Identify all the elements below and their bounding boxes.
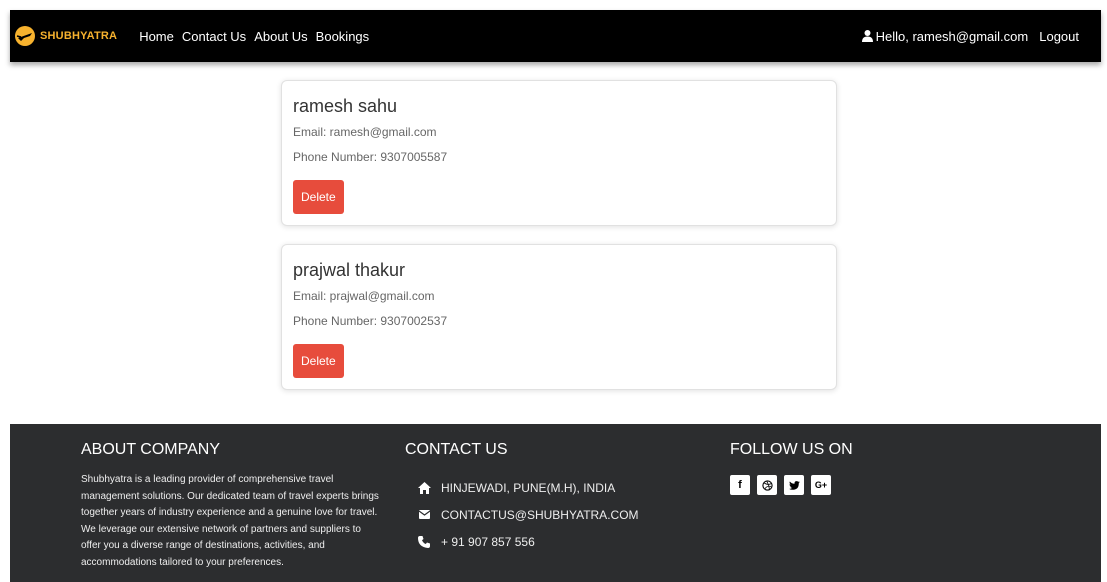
delete-button[interactable]: Delete (293, 344, 344, 378)
user-icon (861, 30, 873, 42)
dribbble-icon[interactable] (757, 475, 777, 495)
footer: ABOUT COMPANY Shubhyatra is a leading pr… (10, 424, 1101, 582)
delete-button[interactable]: Delete (293, 180, 344, 214)
nav-link-contact-us[interactable]: Contact Us (182, 29, 246, 44)
footer-follow-section: FOLLOW US ON f G+ (730, 440, 930, 495)
user-phone: Phone Number: 9307005587 (293, 150, 448, 164)
social-links: f G+ (730, 475, 930, 495)
email-text[interactable]: CONTACTUS@SHUBHYATRA.COM (441, 508, 639, 522)
phone-text: + 91 907 857 556 (441, 534, 535, 549)
contact-list: HINJEWADI, PUNE(M.H), INDIA CONTACTUS@SH… (405, 474, 665, 555)
user-card: prajwal thakur Email: prajwal@gmail.com … (281, 244, 837, 390)
footer-contact-section: CONTACT US HINJEWADI, PUNE(M.H), INDIA C… (405, 440, 665, 555)
user-email: Email: ramesh@gmail.com (293, 125, 437, 139)
nav-user-area: Hello, ramesh@gmail.com Logout (861, 29, 1079, 44)
footer-about-section: ABOUT COMPANY Shubhyatra is a leading pr… (81, 440, 381, 571)
user-name: ramesh sahu (293, 96, 398, 116)
home-icon (417, 481, 431, 495)
user-phone: Phone Number: 9307002537 (293, 314, 448, 328)
contact-address: HINJEWADI, PUNE(M.H), INDIA (405, 474, 665, 501)
nav-link-bookings[interactable]: Bookings (316, 29, 369, 44)
user-name: prajwal thakur (293, 260, 406, 280)
google-plus-icon[interactable]: G+ (811, 475, 831, 495)
user-email: Email: prajwal@gmail.com (293, 289, 435, 303)
nav-link-about-us[interactable]: About Us (254, 29, 307, 44)
brand[interactable]: SHUBHYATRA (15, 26, 117, 46)
nav-links: Home Contact Us About Us Bookings (139, 29, 377, 44)
brand-name: SHUBHYATRA (40, 30, 118, 42)
facebook-icon[interactable]: f (730, 475, 750, 495)
phone-icon (417, 535, 431, 549)
follow-title: FOLLOW US ON (730, 441, 853, 458)
address-text: HINJEWADI, PUNE(M.H), INDIA (441, 480, 616, 495)
contact-email: CONTACTUS@SHUBHYATRA.COM (405, 501, 665, 528)
about-title: ABOUT COMPANY (81, 441, 220, 458)
logout-link[interactable]: Logout (1039, 29, 1079, 44)
brand-logo-icon (15, 26, 35, 46)
nav-link-home[interactable]: Home (139, 29, 174, 44)
envelope-icon (417, 508, 431, 522)
user-card: ramesh sahu Email: ramesh@gmail.com Phon… (281, 80, 837, 226)
contact-title: CONTACT US (405, 441, 508, 458)
about-text: Shubhyatra is a leading provider of comp… (81, 474, 379, 568)
top-navbar: SHUBHYATRA Home Contact Us About Us Book… (10, 10, 1101, 62)
contact-phone: + 91 907 857 556 (405, 528, 665, 555)
user-greeting[interactable]: Hello, ramesh@gmail.com (876, 29, 1029, 44)
twitter-icon[interactable] (784, 475, 804, 495)
